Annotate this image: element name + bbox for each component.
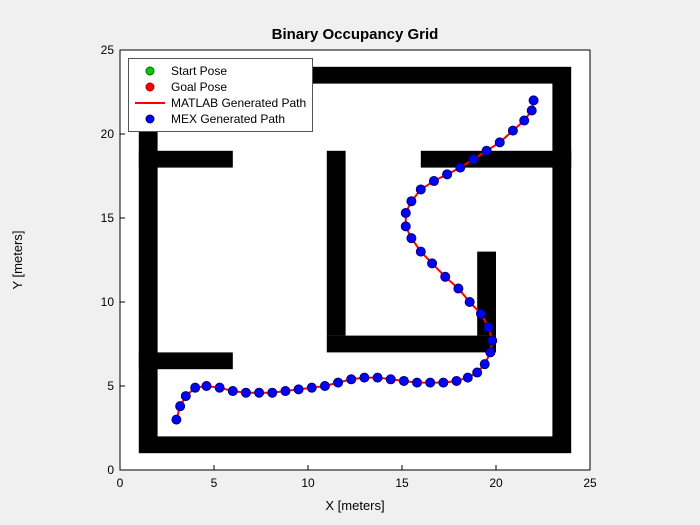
legend-item-goal-pose: Goal Pose (135, 79, 306, 95)
legend-label: MEX Generated Path (171, 112, 285, 126)
y-tick: 10 (92, 295, 114, 309)
x-tick: 25 (583, 476, 596, 490)
legend-item-mex-path: MEX Generated Path (135, 111, 306, 127)
x-tick: 10 (301, 476, 314, 490)
plot-area (0, 0, 700, 525)
figure: Binary Occupancy Grid X [meters] Y [mete… (0, 0, 700, 525)
x-tick: 0 (117, 476, 124, 490)
legend-label: MATLAB Generated Path (171, 96, 306, 110)
y-tick: 15 (92, 211, 114, 225)
y-axis-label: Y [meters] (10, 50, 25, 470)
y-tick: 25 (92, 43, 114, 57)
legend: Start Pose Goal Pose MATLAB Generated Pa… (128, 58, 313, 132)
x-tick: 20 (489, 476, 502, 490)
x-tick: 5 (211, 476, 218, 490)
y-tick: 0 (92, 463, 114, 477)
legend-label: Start Pose (171, 64, 227, 78)
x-axis-label: X [meters] (120, 498, 590, 513)
legend-label: Goal Pose (171, 80, 227, 94)
legend-item-matlab-path: MATLAB Generated Path (135, 95, 306, 111)
legend-item-start-pose: Start Pose (135, 63, 306, 79)
y-tick: 5 (92, 379, 114, 393)
y-tick: 20 (92, 127, 114, 141)
x-tick: 15 (395, 476, 408, 490)
